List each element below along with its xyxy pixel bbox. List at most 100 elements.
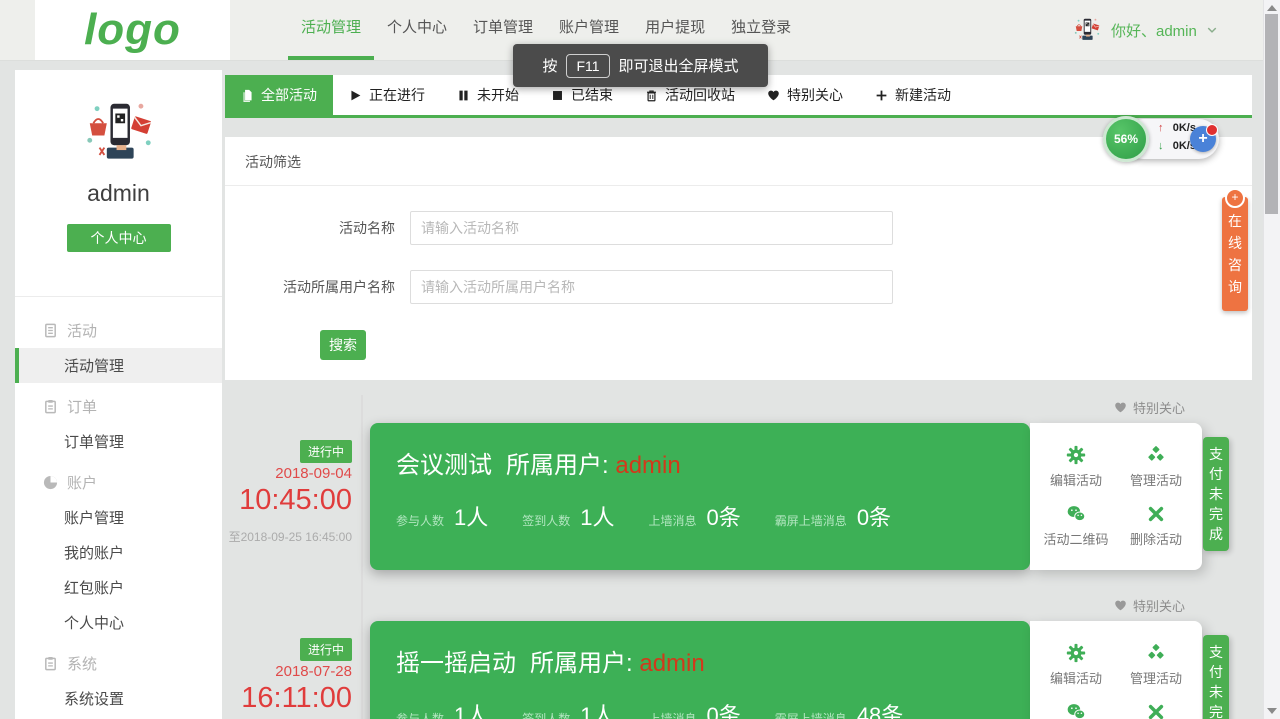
- trash-icon: [645, 89, 658, 102]
- cubes-icon: [1146, 643, 1166, 663]
- activity-name-label: 活动名称: [225, 218, 395, 238]
- activity-owner-label: 活动所属用户名称: [225, 277, 395, 297]
- sidebar-item-8[interactable]: 红包账户: [15, 570, 222, 605]
- activity-card[interactable]: 会议测试所属用户: admin 参与人数1人签到人数1人上墙消息0条霸屏上墙消息…: [370, 423, 1030, 570]
- pause-icon: [457, 89, 470, 102]
- sidebar-item-11[interactable]: 系统设置: [15, 681, 222, 716]
- sidebar-section-1: 活动: [15, 312, 222, 348]
- activity-title: 会议测试所属用户: admin: [396, 445, 1030, 480]
- download-speed-widget[interactable]: 56% ↑ 0K/s ↓ 0K/s +: [1103, 116, 1219, 162]
- action-edit-activity[interactable]: 编辑活动: [1036, 635, 1116, 695]
- scrollbar-up-arrow[interactable]: [1267, 5, 1277, 11]
- activity-name-input[interactable]: [410, 211, 893, 245]
- cubes-icon: [1146, 445, 1166, 465]
- online-consult-tab[interactable]: + 在线咨询: [1222, 188, 1248, 298]
- avatar: [79, 94, 159, 172]
- payment-status-tab[interactable]: 支付未完成: [1203, 437, 1229, 551]
- nav-item-2[interactable]: 个人中心: [374, 0, 460, 60]
- clipboard-icon: [43, 656, 58, 671]
- heart-icon: [767, 89, 780, 102]
- memory-percent-badge[interactable]: 56%: [1103, 116, 1149, 162]
- stat-value: 1人: [454, 698, 488, 719]
- sidebar-section-label: 订单: [67, 396, 97, 417]
- notification-dot: [1206, 124, 1218, 136]
- nav-item-1[interactable]: 活动管理: [288, 0, 374, 60]
- stat: 上墙消息0条: [649, 500, 741, 532]
- action-delete-activity[interactable]: 删除活动: [1116, 695, 1196, 719]
- search-button[interactable]: 搜索: [320, 330, 366, 360]
- scrollbar-down-arrow[interactable]: [1267, 708, 1277, 714]
- badge-wrap: 进行中: [210, 638, 352, 661]
- action-activity-qrcode[interactable]: 活动二维码: [1036, 497, 1116, 557]
- activity-owner-input[interactable]: [410, 270, 893, 304]
- action-delete-activity[interactable]: 删除活动: [1116, 497, 1196, 557]
- payment-status-tab[interactable]: 支付未完成: [1203, 635, 1229, 719]
- owner-label: 所属用户:: [530, 650, 633, 677]
- document-icon: [43, 323, 58, 338]
- sidebar-item-9[interactable]: 个人中心: [15, 605, 222, 640]
- logo[interactable]: logo: [35, 0, 230, 60]
- action-manage-activity[interactable]: 管理活动: [1116, 437, 1196, 497]
- action-activity-qrcode[interactable]: 活动二维码: [1036, 695, 1116, 719]
- stat-label: 签到人数: [522, 710, 570, 719]
- add-task-button[interactable]: +: [1190, 126, 1216, 152]
- owner-label: 所属用户:: [506, 452, 609, 479]
- scrollbar-thumb[interactable]: [1265, 14, 1278, 214]
- gear-icon: [1066, 445, 1086, 465]
- stat-value: 1人: [454, 500, 488, 532]
- toast-prefix: 按: [542, 55, 557, 76]
- favorite-toggle[interactable]: 特别关心: [1114, 398, 1185, 417]
- sidebar-item-6[interactable]: 账户管理: [15, 500, 222, 535]
- sidebar-section-label: 活动: [67, 320, 97, 341]
- consult-label: 在线咨询: [1227, 210, 1243, 298]
- tab-1[interactable]: 全部活动: [225, 75, 333, 115]
- stop-icon: [551, 89, 564, 102]
- user-greeting: 你好、admin: [1111, 20, 1197, 41]
- sidebar-section-10: 系统: [15, 645, 222, 681]
- profile-center-button[interactable]: 个人中心: [67, 224, 171, 252]
- tab-2[interactable]: 正在进行: [333, 75, 441, 115]
- actions-panel: 编辑活动管理活动活动二维码 删除活动: [1030, 423, 1202, 570]
- stat-value: 0条: [707, 500, 741, 532]
- tab-7[interactable]: 新建活动: [859, 75, 967, 115]
- start-date: 2018-09-04: [210, 465, 352, 482]
- delete-x-icon: [1146, 702, 1166, 719]
- stat-label: 霸屏上墙消息: [775, 512, 847, 529]
- gear-icon: [1066, 643, 1086, 663]
- stat: 参与人数1人: [396, 500, 488, 532]
- tab-label: 正在进行: [369, 85, 425, 105]
- badge-wrap: 进行中: [210, 440, 352, 463]
- card-stats: 参与人数1人签到人数1人上墙消息0条霸屏上墙消息0条: [396, 500, 1030, 532]
- action-label: 活动二维码: [1043, 529, 1108, 548]
- action-manage-activity[interactable]: 管理活动: [1116, 635, 1196, 695]
- filter-panel: 活动筛选 活动名称 活动所属用户名称 搜索: [225, 137, 1252, 380]
- status-badge: 进行中: [300, 638, 352, 661]
- user-menu[interactable]: 你好、admin: [1072, 0, 1218, 60]
- action-label: 删除活动: [1130, 529, 1182, 548]
- sidebar-section-label: 系统: [67, 653, 97, 674]
- sidebar-item-7[interactable]: 我的账户: [15, 535, 222, 570]
- activity-card[interactable]: 摇一摇启动所属用户: admin 参与人数1人签到人数1人上墙消息0条霸屏上墙消…: [370, 621, 1030, 719]
- owner-name: admin: [639, 650, 704, 677]
- sidebar-item-4[interactable]: 订单管理: [15, 424, 222, 459]
- actions-panel: 编辑活动管理活动活动二维码删除活动: [1030, 621, 1202, 719]
- action-label: 管理活动: [1130, 470, 1182, 489]
- tab-label: 活动回收站: [665, 85, 735, 105]
- stat-value: 0条: [707, 698, 741, 719]
- sidebar-item-2[interactable]: 活动管理: [15, 348, 222, 383]
- action-edit-activity[interactable]: 编辑活动: [1036, 437, 1116, 497]
- file-icon: [241, 89, 254, 102]
- payment-status-label: 支付未完成: [1209, 444, 1224, 544]
- favorite-toggle[interactable]: 特别关心: [1114, 596, 1185, 615]
- stat: 参与人数1人: [396, 698, 488, 719]
- page-scrollbar[interactable]: [1263, 0, 1280, 719]
- toast-suffix: 即可退出全屏模式: [619, 55, 739, 76]
- start-date: 2018-07-28: [210, 663, 352, 680]
- play-icon: [349, 89, 362, 102]
- user-avatar-phone-icon: [1072, 15, 1102, 45]
- wechat-icon: [1066, 702, 1086, 719]
- stat-value: 1人: [580, 698, 614, 719]
- stat: 霸屏上墙消息48条: [775, 698, 904, 719]
- filter-row: 活动所属用户名称: [225, 270, 1252, 304]
- delete-x-icon: [1146, 504, 1166, 524]
